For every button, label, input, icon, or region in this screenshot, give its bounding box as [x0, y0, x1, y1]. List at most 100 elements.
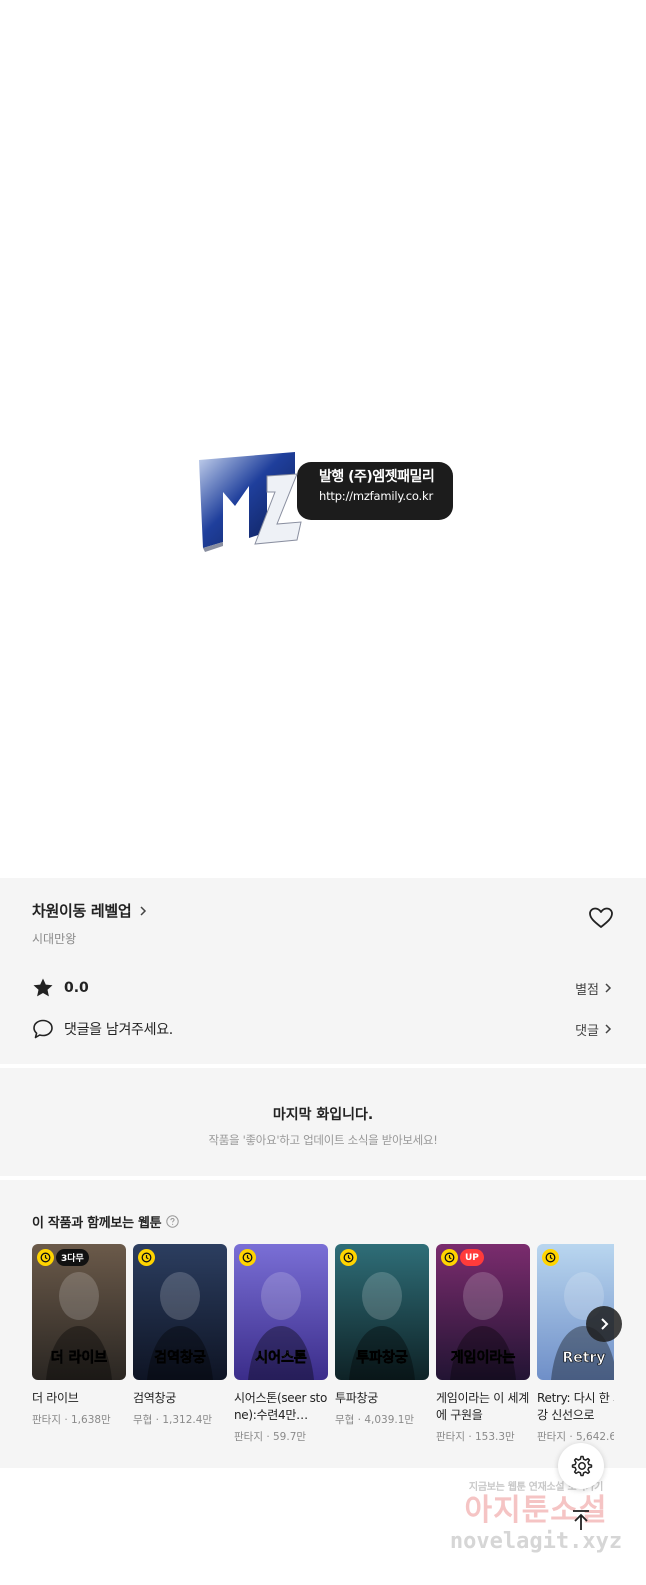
recommendation-name: 투파창궁: [335, 1391, 378, 1405]
recommendation-views: 4,039.1만: [364, 1414, 415, 1426]
clock-badge: [138, 1249, 155, 1266]
recommendation-name: 더 라이브: [32, 1391, 79, 1405]
recommendation-genre: 판타지: [32, 1414, 61, 1426]
rate-link-label: 별점: [575, 982, 599, 998]
settings-button[interactable]: [558, 1443, 604, 1489]
heart-icon[interactable]: [588, 906, 614, 930]
comment-row[interactable]: 댓글을 남겨주세요. 댓글: [32, 1016, 614, 1042]
recommendations-section: 이 작품과 함께보는 웹툰 더 라이브 3다무 더 라이브 판타지 · 1,638만 검…: [0, 1180, 646, 1468]
recommendation-card[interactable]: 더 라이브 3다무더 라이브판타지 · 1,638만: [32, 1244, 126, 1427]
arrow-up-icon: [573, 1510, 589, 1530]
recommendations-title: 이 작품과 함께보는 웹툰: [32, 1216, 162, 1231]
series-author: 시대만왕: [32, 932, 77, 946]
meta-separator: ·: [565, 1431, 576, 1443]
recommendation-thumbnail: 더 라이브 3다무: [32, 1244, 126, 1380]
badge-row: 3다무: [37, 1249, 89, 1266]
recommendation-views: 5,642.6만: [576, 1431, 614, 1443]
clock-icon: [40, 1252, 51, 1263]
recommendation-genre: 판타지: [234, 1431, 263, 1443]
meta-separator: ·: [262, 1431, 273, 1443]
last-episode-title: 마지막 화입니다.: [272, 1107, 374, 1123]
recommendation-name: 게임이라는 이 세계에 구원을: [436, 1391, 529, 1422]
cover-title-art: Retry: [563, 1350, 606, 1366]
chevron-right-icon: [605, 1024, 612, 1034]
question-circle-icon[interactable]: [166, 1215, 179, 1228]
scroll-top-button[interactable]: [558, 1497, 604, 1543]
recommendation-thumbnail: 시어스톤: [234, 1244, 328, 1380]
badge-row: [340, 1249, 357, 1266]
recommendation-views: 1,312.4만: [162, 1414, 213, 1426]
episode-viewer: 발행 (주)엠젯패밀리 http://mzfamily.co.kr: [0, 0, 646, 878]
recommendation-thumbnail: 게임이라는 UP: [436, 1244, 530, 1380]
recommendation-genre: 판타지: [436, 1431, 465, 1443]
comment-link-label: 댓글: [575, 1023, 599, 1039]
clock-icon: [343, 1252, 354, 1263]
carousel-next-button[interactable]: [586, 1306, 622, 1342]
badge-row: [138, 1249, 155, 1266]
watermark-line2: 아지툰소설: [464, 1493, 608, 1528]
series-title-link[interactable]: 차원이동 레벨업: [32, 900, 149, 921]
clock-badge: [542, 1249, 559, 1266]
recommendation-genre: 판타지: [537, 1431, 566, 1443]
recommendation-meta: 판타지 · 1,638만: [32, 1412, 126, 1427]
gear-icon: [571, 1455, 593, 1477]
clock-icon: [444, 1252, 455, 1263]
recommendation-card[interactable]: 검역창궁 검역창궁 무협 · 1,312.4만: [133, 1244, 227, 1427]
publisher-logo: 발행 (주)엠젯패밀리 http://mzfamily.co.kr: [197, 452, 457, 552]
series-info-panel: 차원이동 레벨업 시대만왕 0.0 별점 댓글을 남겨주세요. 댓글: [0, 878, 646, 1064]
series-title: 차원이동 레벨업: [32, 902, 132, 920]
recommendations-carousel: 더 라이브 3다무 더 라이브 판타지 · 1,638만 검역창궁 검역창궁 무협 · 1,…: [32, 1244, 614, 1454]
publisher-url: http://mzfamily.co.kr: [319, 489, 433, 503]
recommendation-genre: 무협: [335, 1414, 355, 1426]
arrow-right-icon: [601, 1318, 609, 1330]
recommendation-meta: 판타지 · 153.3만: [436, 1429, 530, 1444]
recommendation-thumbnail: 검역창궁: [133, 1244, 227, 1380]
clock-badge: [441, 1249, 458, 1266]
site-watermark: 지금보는 웹툰 연재소설 보러가기 아지툰소설 novelagit.xyz: [436, 1478, 636, 1578]
star-icon: [33, 978, 53, 997]
cover-title-art: 시어스톤: [255, 1349, 307, 1366]
meta-separator: ·: [464, 1431, 475, 1443]
recommendation-card[interactable]: Retry Retry: 다시 한 최강 신선으로판타지 · 5,642.6만: [537, 1244, 614, 1444]
recommendation-meta: 판타지 · 59.7만: [234, 1429, 328, 1444]
recommendation-views: 1,638만: [71, 1414, 111, 1426]
recommendation-card[interactable]: 게임이라는 UP 게임이라는 이 세계에 구원을판타지 · 153.3만: [436, 1244, 530, 1444]
speech-bubble-icon: [33, 1019, 53, 1039]
last-episode-notice: 마지막 화입니다. 작품을 '좋아요'하고 업데이트 소식을 받아보세요!: [0, 1068, 646, 1176]
recommendation-views: 59.7만: [273, 1431, 307, 1443]
clock-icon: [141, 1252, 152, 1263]
badge-row: [542, 1249, 559, 1266]
label-badge: 3다무: [56, 1249, 89, 1266]
publisher-name: 발행 (주)엠젯패밀리: [319, 469, 435, 485]
cover-title-art: 투파창궁: [356, 1349, 408, 1366]
recommendation-meta: 무협 · 1,312.4만: [133, 1412, 227, 1427]
recommendation-genre: 무협: [133, 1414, 153, 1426]
label-badge: UP: [460, 1249, 484, 1266]
watermark-line1: 지금보는 웹툰 연재소설 보러가기: [468, 1482, 604, 1493]
recommendation-card[interactable]: 시어스톤시어스톤(seer stone):수련4만… 판타지 · 59.7만: [234, 1244, 328, 1444]
last-episode-subtitle: 작품을 '좋아요'하고 업데이트 소식을 받아보세요!: [208, 1133, 438, 1147]
comment-link[interactable]: 댓글: [575, 1020, 614, 1039]
clock-badge: [37, 1249, 54, 1266]
watermark-line3: novelagit.xyz: [449, 1529, 623, 1554]
rate-link[interactable]: 별점: [575, 979, 614, 998]
recommendation-name: 검역창궁: [133, 1391, 176, 1405]
rating-row: 0.0 별점: [32, 975, 614, 1001]
cover-title-art: 검역창궁: [154, 1349, 206, 1366]
recommendation-name: 시어스톤(seer stone):수련4만…: [234, 1391, 328, 1422]
clock-icon: [242, 1252, 253, 1263]
clock-icon: [545, 1252, 556, 1263]
recommendations-header: 이 작품과 함께보는 웹툰: [32, 1212, 179, 1231]
recommendation-meta: 판타지 · 5,642.6만: [537, 1429, 614, 1444]
recommendation-name: Retry: 다시 한 최강 신선으로: [537, 1391, 614, 1422]
cover-title-art: 게임이라는: [451, 1349, 516, 1366]
chevron-right-icon: [140, 905, 147, 916]
comment-prompt: 댓글을 남겨주세요.: [64, 1022, 173, 1038]
clock-badge: [239, 1249, 256, 1266]
chevron-right-icon: [605, 983, 612, 993]
recommendation-views: 153.3만: [475, 1431, 515, 1443]
meta-separator: ·: [354, 1414, 365, 1426]
meta-separator: ·: [152, 1414, 163, 1426]
badge-row: UP: [441, 1249, 484, 1266]
recommendation-card[interactable]: 투파창궁 투파창궁 무협 · 4,039.1만: [335, 1244, 429, 1427]
